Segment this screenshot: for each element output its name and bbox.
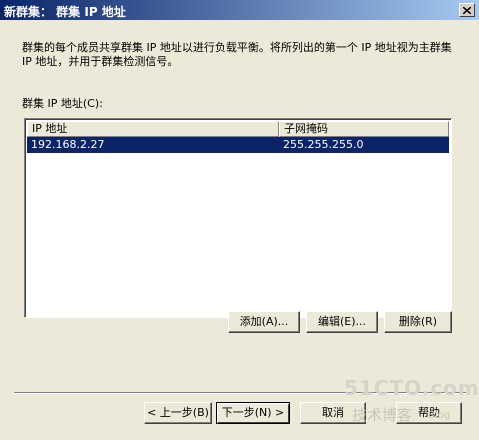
ip-cell: 192.168.2.27: [31, 138, 105, 151]
window-title: 新群集： 群集 IP 地址: [4, 5, 126, 19]
description-text: 群集的每个成员共享群集 IP 地址以进行负载平衡。将所列出的第一个 IP 地址视…: [22, 41, 452, 68]
column-header-mask[interactable]: 子网掩码: [279, 121, 449, 137]
watermark-logo: 51CTO.com: [344, 376, 479, 400]
ip-list-label: 群集 IP 地址(C):: [22, 97, 103, 110]
dialog-body: 群集的每个成员共享群集 IP 地址以进行负载平衡。将所列出的第一个 IP 地址视…: [0, 20, 479, 440]
mask-cell: 255.255.255.0: [283, 138, 364, 151]
close-icon: [463, 6, 471, 14]
cancel-button[interactable]: 取消: [300, 402, 366, 424]
remove-button[interactable]: 删除(R): [384, 311, 452, 333]
help-button[interactable]: 帮助: [396, 402, 462, 424]
back-button[interactable]: < 上一步(B): [144, 402, 212, 424]
next-button[interactable]: 下一步(N) >: [216, 402, 290, 424]
title-bar[interactable]: 新群集： 群集 IP 地址: [0, 0, 479, 20]
ip-address-list[interactable]: IP 地址 子网掩码 192.168.2.27 255.255.255.0: [24, 118, 452, 318]
column-header-ip[interactable]: IP 地址: [27, 121, 279, 137]
add-button[interactable]: 添加(A)...: [228, 311, 300, 333]
table-row[interactable]: 192.168.2.27 255.255.255.0: [27, 137, 449, 153]
edit-button[interactable]: 编辑(E)...: [306, 311, 378, 333]
close-button[interactable]: [459, 3, 475, 17]
footer-divider: [14, 392, 466, 394]
list-header: IP 地址 子网掩码: [27, 121, 449, 137]
